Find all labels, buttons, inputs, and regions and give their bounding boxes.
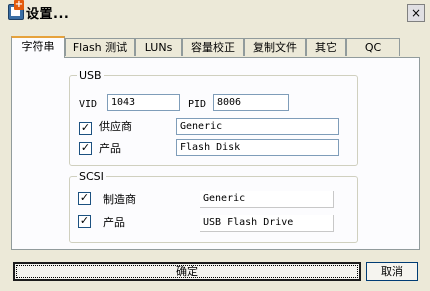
tab-strings[interactable]: 字符串 [11, 36, 65, 58]
check-icon: ✓ [79, 214, 90, 227]
window-title: 设置... [26, 7, 70, 22]
scsi-product-input[interactable]: USB Flash Drive [200, 215, 334, 232]
vid-input[interactable]: 1043 [107, 94, 180, 111]
check-icon: ✓ [80, 141, 91, 154]
tab-flash-test[interactable]: Flash 测试 [65, 38, 135, 56]
pid-label: PID [188, 99, 207, 110]
ok-button[interactable]: 确定 [13, 262, 361, 281]
scsi-product-checkbox[interactable]: ✓ [78, 214, 91, 228]
tab-copy-files[interactable]: 复制文件 [244, 38, 306, 56]
usb-group-label: USB [77, 69, 104, 82]
cancel-button[interactable]: 取消 [366, 262, 418, 281]
tab-capacity-calibration[interactable]: 容量校正 [182, 38, 244, 56]
scsi-group-label: SCSI [77, 170, 106, 183]
title-bar[interactable]: + 设置... × [0, 0, 430, 28]
tab-other[interactable]: 其它 [306, 38, 346, 56]
vid-label: VID [79, 99, 98, 110]
manufacturer-checkbox[interactable]: ✓ [78, 191, 91, 205]
usb-product-checkbox[interactable]: ✓ [79, 141, 92, 155]
scsi-product-label: 产品 [103, 216, 125, 229]
tab-bar: 字符串 Flash 测试 LUNs 容量校正 复制文件 其它 QC [11, 36, 421, 58]
manufacturer-label: 制造商 [103, 193, 136, 206]
manufacturer-input[interactable]: Generic [200, 191, 334, 208]
scsi-group: SCSI [69, 170, 358, 243]
close-icon[interactable]: × [407, 4, 425, 22]
plus-badge-icon: + [14, 0, 24, 10]
vendor-input[interactable]: Generic [176, 118, 339, 135]
tab-qc[interactable]: QC [346, 38, 400, 56]
check-icon: ✓ [80, 121, 91, 134]
usb-product-label: 产品 [99, 142, 121, 155]
vendor-label: 供应商 [99, 120, 132, 133]
vendor-checkbox[interactable]: ✓ [79, 121, 92, 135]
usb-product-input[interactable]: Flash Disk [176, 139, 339, 156]
tab-luns[interactable]: LUNs [135, 38, 182, 56]
pid-input[interactable]: 8006 [213, 94, 289, 111]
strings-panel: USB VID 1043 PID 8006 ✓ 供应商 Generic ✓ 产品… [11, 57, 420, 250]
settings-dialog: + 设置... × 字符串 Flash 测试 LUNs 容量校正 复制文件 其它… [0, 0, 430, 291]
check-icon: ✓ [79, 191, 90, 204]
